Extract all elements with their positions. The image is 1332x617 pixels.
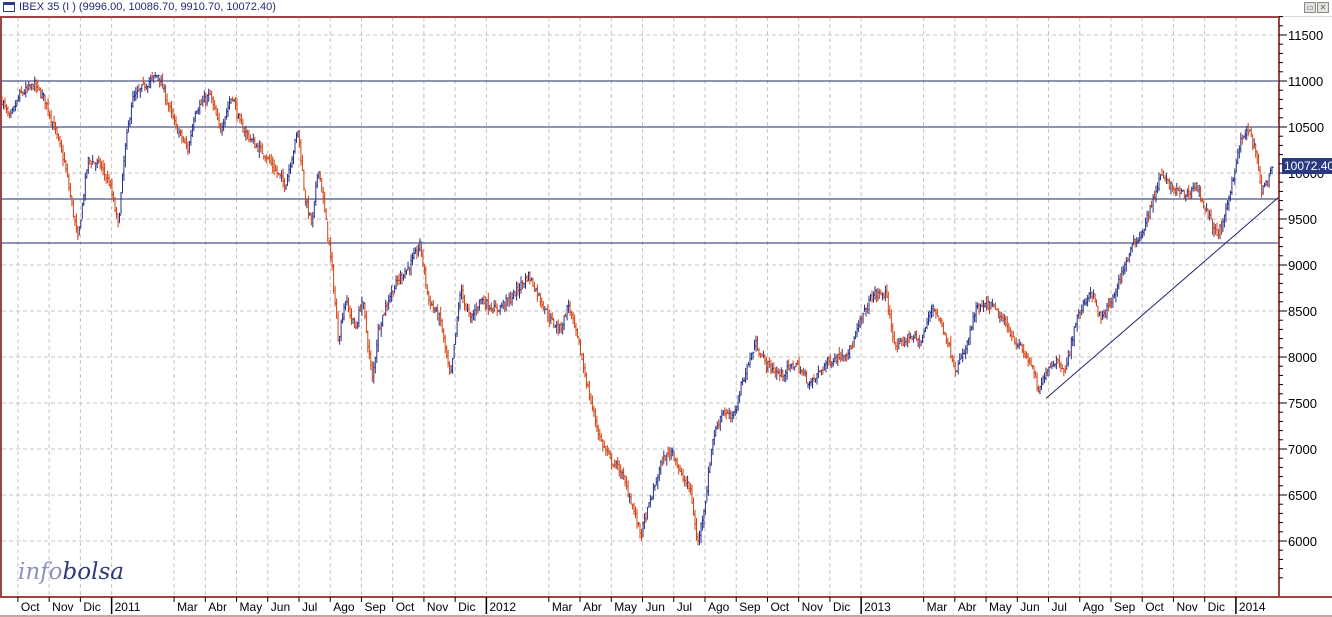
x-tick-label: Mar [927,600,948,614]
x-tick-label: Oct [1145,600,1164,614]
x-tick-label: Jun [646,600,665,614]
x-tick-label: Oct [396,600,415,614]
x-tick-label: Jul [677,600,692,614]
ohlc-up-bars [3,72,1274,546]
last-price-label: 10072.40 [1282,158,1332,174]
x-tick-label: Oct [770,600,789,614]
x-tick-label: Dic [833,600,850,614]
x-tick-label: Abr [208,600,227,614]
y-tick-label: 11500 [1288,28,1323,43]
grid [2,17,1279,597]
x-tick-label: Sep [739,600,761,614]
x-tick-label: Mar [177,600,198,614]
y-tick-label: 10500 [1288,120,1324,135]
x-tick-label: May [240,600,263,614]
y-tick-label: 6000 [1288,534,1317,549]
x-tick-label: Mar [552,600,573,614]
trendline [1045,196,1280,399]
x-tick-label: May [989,600,1012,614]
x-tick-label: Nov [52,600,73,614]
x-tick-label: 2012 [489,600,516,614]
x-tick-label: Nov [802,600,823,614]
y-tick-label: 7000 [1288,442,1317,457]
y-tick-label: 11000 [1288,74,1323,89]
x-tick-label: Nov [1176,600,1197,614]
x-tick-label: 2011 [115,600,141,614]
x-tick-label: Abr [958,600,977,614]
window-titlebar: IBEX 35 (I ) (9996.00, 10086.70, 9910.70… [0,0,1332,17]
x-tick-label: Ago [1083,600,1105,614]
y-tick-label: 8000 [1288,350,1317,365]
x-tick-label: May [614,600,637,614]
x-tick-label: Jul [1052,600,1067,614]
x-axis: Oct Nov Dic 2011 Mar Abr May Jun Jul Ago Sep Oct Nov… [17,597,1266,614]
x-tick-label: Sep [364,600,386,614]
x-tick-label: Oct [21,600,40,614]
x-tick-label: Dic [458,600,475,614]
close-icon[interactable]: ✕ [1317,2,1329,13]
x-tick-label: Jun [1020,600,1039,614]
y-axis: 6000650070007500800085009000950010000105… [1279,16,1324,579]
y-tick-label: 6500 [1288,488,1317,503]
plot-border [0,16,1280,598]
infobolsa-logo: infobolsa [18,559,124,585]
y-tick-label: 9000 [1288,258,1317,273]
restore-icon[interactable]: ▭ [1304,2,1316,13]
ohlc-bars [1,71,1274,546]
ohlc-down-bars [1,71,1270,546]
x-tick-label: Abr [583,600,602,614]
window-icon [3,2,15,12]
x-tick-label: Ago [333,600,355,614]
y-tick-label: 8500 [1288,304,1317,319]
window-title: IBEX 35 (I ) (9996.00, 10086.70, 9910.70… [19,1,276,13]
price-chart: 6000650070007500800085009000950010000105… [0,16,1332,617]
x-tick-label: Dic [1208,600,1225,614]
y-tick-label: 9500 [1288,212,1317,227]
trendline-line [1045,196,1280,399]
x-tick-label: Nov [427,600,448,614]
y-tick-label: 7500 [1288,396,1317,411]
x-tick-label: 2013 [864,600,891,614]
x-tick-label: 2014 [1239,600,1266,614]
x-tick-label: Jun [271,600,290,614]
x-tick-label: Ago [708,600,730,614]
x-tick-label: Jul [302,600,317,614]
x-tick-label: Sep [1114,600,1136,614]
x-tick-label: Dic [83,600,100,614]
